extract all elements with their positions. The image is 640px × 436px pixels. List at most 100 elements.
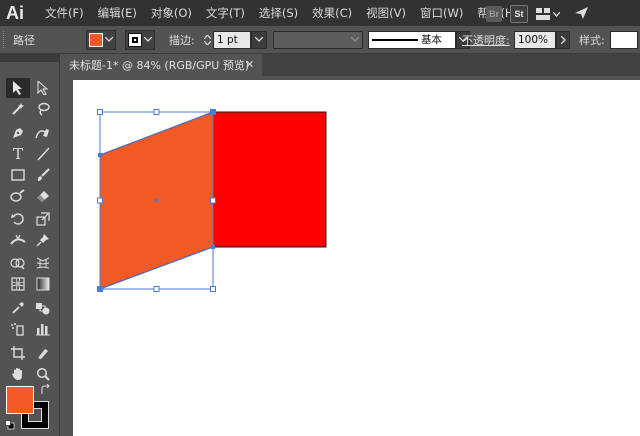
- stroke-weight-input[interactable]: 1 pt: [213, 30, 251, 49]
- menu-type[interactable]: 文字(T): [199, 5, 252, 21]
- lasso-tool[interactable]: [31, 99, 55, 119]
- bounding-handle-top-left[interactable]: [97, 109, 103, 115]
- rectangle-tool[interactable]: [6, 165, 30, 185]
- variable-width-profile[interactable]: [273, 30, 363, 49]
- stroke-color-picker[interactable]: [125, 29, 155, 50]
- bounding-handle-bottom-middle[interactable]: [153, 286, 160, 292]
- stroke-weight-stepper[interactable]: [202, 31, 213, 49]
- lasso-icon: [38, 102, 50, 116]
- chevron-down-icon: [105, 37, 113, 42]
- shape-builder-tool[interactable]: [6, 253, 30, 273]
- column-graph-tool[interactable]: [31, 319, 55, 339]
- bounding-handle-bottom-right[interactable]: [210, 286, 216, 292]
- stock-button[interactable]: St: [510, 5, 528, 23]
- symbol-sprayer-icon: [11, 323, 24, 336]
- symbol-sprayer-tool[interactable]: [6, 319, 30, 339]
- anchor-point[interactable]: [211, 245, 215, 249]
- mesh-tool[interactable]: [6, 274, 30, 294]
- control-bar: 路径 描边: 1 pt 基本 不透明度: 100% 样式:: [0, 26, 640, 54]
- canvas-area[interactable]: [60, 76, 640, 436]
- bounding-handle-middle-left[interactable]: [97, 197, 103, 204]
- artboard-tool[interactable]: [6, 343, 30, 363]
- mesh-icon: [11, 277, 25, 291]
- gradient-tool[interactable]: [31, 274, 55, 294]
- magnifier-icon: [36, 367, 50, 381]
- send-icon[interactable]: [574, 6, 589, 23]
- close-icon[interactable]: ✕: [245, 58, 254, 71]
- menu-object[interactable]: 对象(O): [144, 5, 199, 21]
- zoom-tool[interactable]: [31, 364, 55, 384]
- stroke-preview-icon: [372, 38, 418, 41]
- workspace-layout-icon[interactable]: [536, 8, 560, 20]
- bounding-handle-middle-right[interactable]: [210, 197, 216, 204]
- type-tool[interactable]: T: [6, 144, 30, 164]
- bridge-button[interactable]: Br: [486, 6, 502, 22]
- perspective-grid-tool[interactable]: [31, 253, 55, 273]
- document-tab[interactable]: 未标题-1* @ 84% (RGB/GPU 预览) ✕: [60, 54, 262, 76]
- direct-selection-tool[interactable]: [31, 78, 55, 98]
- app-logo: Ai: [6, 2, 24, 23]
- red-square[interactable]: [212, 111, 327, 248]
- eraser-icon: [37, 191, 49, 202]
- anchor-point[interactable]: [211, 110, 215, 114]
- tools-panel-header[interactable]: [0, 54, 59, 62]
- anchor-point[interactable]: [98, 287, 102, 291]
- pushpin-icon: [36, 234, 49, 247]
- magic-wand-tool[interactable]: [6, 99, 30, 119]
- pen-tool[interactable]: [6, 123, 30, 143]
- opacity-input[interactable]: 100%: [514, 30, 556, 49]
- selection-type-label: 路径: [13, 33, 35, 47]
- opacity-label[interactable]: 不透明度:: [462, 32, 510, 48]
- selection-center-point: [154, 198, 159, 203]
- menu-effect[interactable]: 效果(C): [305, 5, 359, 21]
- slice-icon: [38, 349, 48, 359]
- line-segment-tool[interactable]: [31, 144, 55, 164]
- eraser-tool[interactable]: [31, 186, 55, 206]
- blend-tool[interactable]: [31, 298, 55, 318]
- menu-window[interactable]: 窗口(W): [413, 5, 470, 21]
- chevron-down-icon: [553, 11, 560, 17]
- artboard-icon: [11, 346, 25, 360]
- menu-select[interactable]: 选择(S): [252, 5, 305, 21]
- paintbrush-icon: [37, 168, 50, 181]
- selection-arrow-icon: [13, 81, 22, 95]
- artboard[interactable]: [73, 80, 640, 436]
- blend-icon: [36, 303, 50, 315]
- graphic-style-swatch[interactable]: [610, 30, 638, 49]
- opacity-arrow[interactable]: [556, 30, 570, 49]
- stroke-weight-dropdown[interactable]: [251, 30, 267, 49]
- brush-definition-dropdown[interactable]: 基本: [368, 30, 456, 49]
- eyedropper-tool[interactable]: [6, 298, 30, 318]
- scale-tool[interactable]: [31, 209, 55, 229]
- chevron-right-icon: [560, 35, 566, 44]
- anchor-point[interactable]: [98, 153, 102, 157]
- default-colors-icon[interactable]: [5, 420, 15, 433]
- style-label: 样式:: [579, 33, 605, 47]
- menu-edit[interactable]: 编辑(E): [91, 5, 144, 21]
- eyedropper-icon: [12, 302, 24, 314]
- rotate-icon: [11, 213, 24, 225]
- column-graph-icon: [36, 324, 50, 336]
- menu-file[interactable]: 文件(F): [38, 5, 91, 21]
- stroke-label: 描边:: [169, 33, 195, 47]
- swap-colors-icon[interactable]: [40, 383, 52, 399]
- menu-view[interactable]: 视图(V): [359, 5, 413, 21]
- curvature-pen-icon: [35, 129, 49, 139]
- curvature-tool[interactable]: [31, 123, 55, 143]
- paintbrush-tool[interactable]: [31, 165, 55, 185]
- width-tool[interactable]: [6, 230, 30, 250]
- stroke-swatch: [128, 32, 142, 47]
- selection-tool[interactable]: [6, 78, 30, 98]
- fill-color-picker[interactable]: [86, 29, 116, 50]
- menu-bar: Ai 文件(F) 编辑(E) 对象(O) 文字(T) 选择(S) 效果(C) 视…: [0, 0, 640, 26]
- pen-icon: [13, 128, 23, 138]
- hand-tool[interactable]: [6, 364, 30, 384]
- chevron-down-icon: [255, 37, 263, 42]
- bounding-handle-top-middle[interactable]: [153, 109, 160, 115]
- slice-tool[interactable]: [31, 343, 55, 363]
- shaper-tool[interactable]: [6, 186, 30, 206]
- perspective-grid-icon: [36, 257, 50, 269]
- fill-color-swatch[interactable]: [6, 386, 34, 414]
- rotate-tool[interactable]: [6, 209, 30, 229]
- puppet-warp-tool[interactable]: [31, 230, 55, 250]
